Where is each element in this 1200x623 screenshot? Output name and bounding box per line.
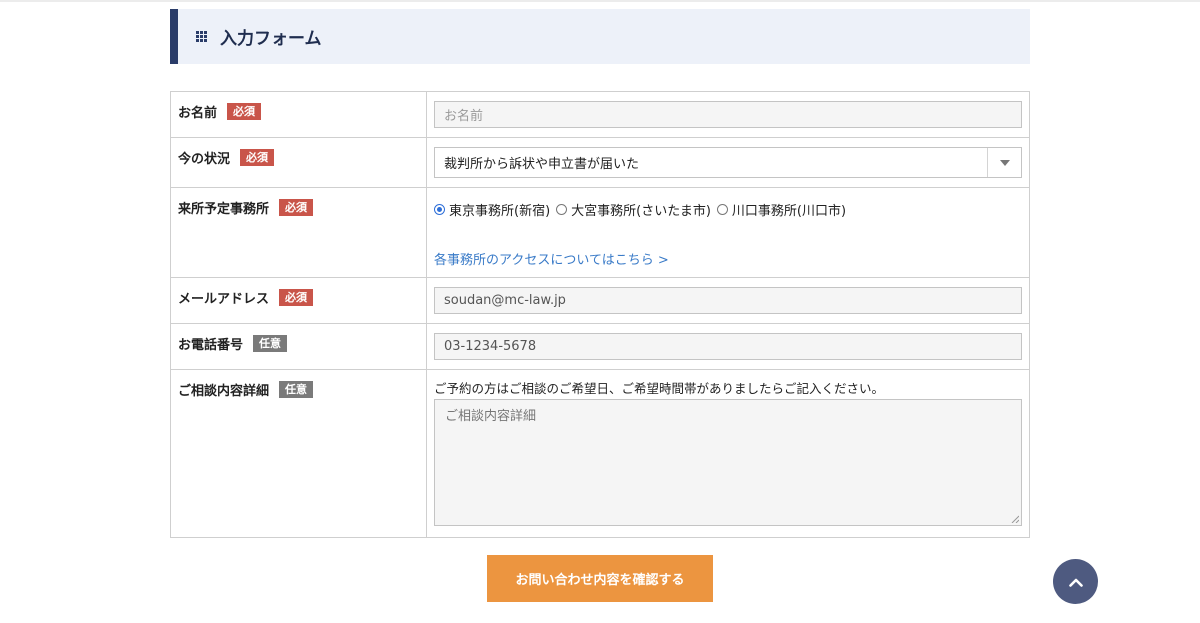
details-textarea[interactable]: ご相談内容詳細 bbox=[434, 399, 1022, 526]
email-label: メールアドレス bbox=[178, 292, 270, 307]
status-select-value: 裁判所から訴状や申立書が届いた bbox=[444, 157, 640, 172]
required-badge: 必須 bbox=[279, 199, 314, 216]
field-cell: soudan@mc-law.jp bbox=[426, 277, 1030, 324]
section-title: 入力フォーム bbox=[220, 29, 322, 49]
office-access-link[interactable]: 各事務所のアクセスについてはこちら > bbox=[434, 249, 1022, 268]
office-option-kawaguchi[interactable]: 川口事務所(川口市) bbox=[716, 200, 847, 219]
office-option-omiya[interactable]: 大宮事務所(さいたま市) bbox=[556, 200, 711, 219]
radio-label: 東京事務所(新宿) bbox=[449, 204, 551, 219]
required-badge: 必須 bbox=[240, 149, 275, 166]
field-cell: 03-1234-5678 bbox=[426, 323, 1030, 370]
chevron-up-icon bbox=[1068, 578, 1083, 587]
radio-label: 川口事務所(川口市) bbox=[731, 204, 847, 219]
form-section-header: 入力フォーム bbox=[170, 9, 1030, 64]
name-input[interactable]: お名前 bbox=[434, 101, 1022, 128]
field-cell: ご予約の方はご相談のご希望日、ご希望時間帯がありましたらご記入ください。 ご相談… bbox=[426, 369, 1030, 538]
form-row-office: 来所予定事務所 必須 東京事務所(新宿) 大宮事務所(さいたま市) 川口事務所(… bbox=[170, 187, 1030, 278]
details-label: ご相談内容詳細 bbox=[178, 384, 270, 399]
chevron-down-icon[interactable] bbox=[987, 148, 1021, 177]
form-row-details: ご相談内容詳細 任意 ご予約の方はご相談のご希望日、ご希望時間帯がありましたらご… bbox=[170, 369, 1030, 538]
office-label: 来所予定事務所 bbox=[178, 202, 270, 217]
form-row-status: 今の状況 必須 裁判所から訴状や申立書が届いた bbox=[170, 137, 1030, 188]
radio-label: 大宮事務所(さいたま市) bbox=[571, 204, 711, 219]
email-field[interactable]: soudan@mc-law.jp bbox=[434, 287, 1022, 314]
field-cell: 裁判所から訴状や申立書が届いた bbox=[426, 137, 1030, 188]
label-cell: 今の状況 必須 bbox=[170, 137, 427, 188]
label-cell: お電話番号 任意 bbox=[170, 323, 427, 370]
resize-grip-icon[interactable] bbox=[1011, 515, 1019, 523]
label-cell: メールアドレス 必須 bbox=[170, 277, 427, 324]
field-cell: お名前 bbox=[426, 91, 1030, 138]
scroll-to-top-button[interactable] bbox=[1053, 559, 1098, 604]
phone-label: お電話番号 bbox=[178, 338, 244, 353]
details-placeholder: ご相談内容詳細 bbox=[445, 409, 537, 424]
status-label: 今の状況 bbox=[178, 152, 231, 167]
radio-button[interactable] bbox=[556, 204, 568, 215]
optional-badge: 任意 bbox=[253, 335, 288, 352]
grid-dots-icon bbox=[196, 31, 207, 42]
label-cell: ご相談内容詳細 任意 bbox=[170, 369, 427, 538]
office-radio-group: 東京事務所(新宿) 大宮事務所(さいたま市) 川口事務所(川口市) bbox=[434, 200, 1022, 219]
required-badge: 必須 bbox=[279, 289, 314, 306]
top-divider bbox=[0, 0, 1200, 2]
details-note: ご予約の方はご相談のご希望日、ご希望時間帯がありましたらご記入ください。 bbox=[434, 381, 885, 396]
form-row-phone: お電話番号 任意 03-1234-5678 bbox=[170, 323, 1030, 370]
field-cell: 東京事務所(新宿) 大宮事務所(さいたま市) 川口事務所(川口市) 各事務所のア… bbox=[426, 187, 1030, 278]
form-row-email: メールアドレス 必須 soudan@mc-law.jp bbox=[170, 277, 1030, 324]
confirm-submit-button[interactable]: お問い合わせ内容を確認する bbox=[487, 555, 713, 602]
radio-button[interactable] bbox=[716, 204, 728, 215]
form-row-name: お名前 必須 お名前 bbox=[170, 91, 1030, 138]
radio-button[interactable] bbox=[434, 204, 445, 215]
status-select[interactable]: 裁判所から訴状や申立書が届いた bbox=[434, 147, 1022, 178]
name-label: お名前 bbox=[178, 106, 218, 121]
label-cell: 来所予定事務所 必須 bbox=[170, 187, 427, 278]
contact-form-table: お名前 必須 お名前 今の状況 必須 裁判所から訴状や申立書が届いた 来所予定事… bbox=[170, 91, 1030, 538]
phone-field[interactable]: 03-1234-5678 bbox=[434, 333, 1022, 360]
optional-badge: 任意 bbox=[279, 381, 314, 398]
required-badge: 必須 bbox=[227, 103, 262, 120]
office-option-tokyo[interactable]: 東京事務所(新宿) bbox=[434, 200, 550, 219]
label-cell: お名前 必須 bbox=[170, 91, 427, 138]
